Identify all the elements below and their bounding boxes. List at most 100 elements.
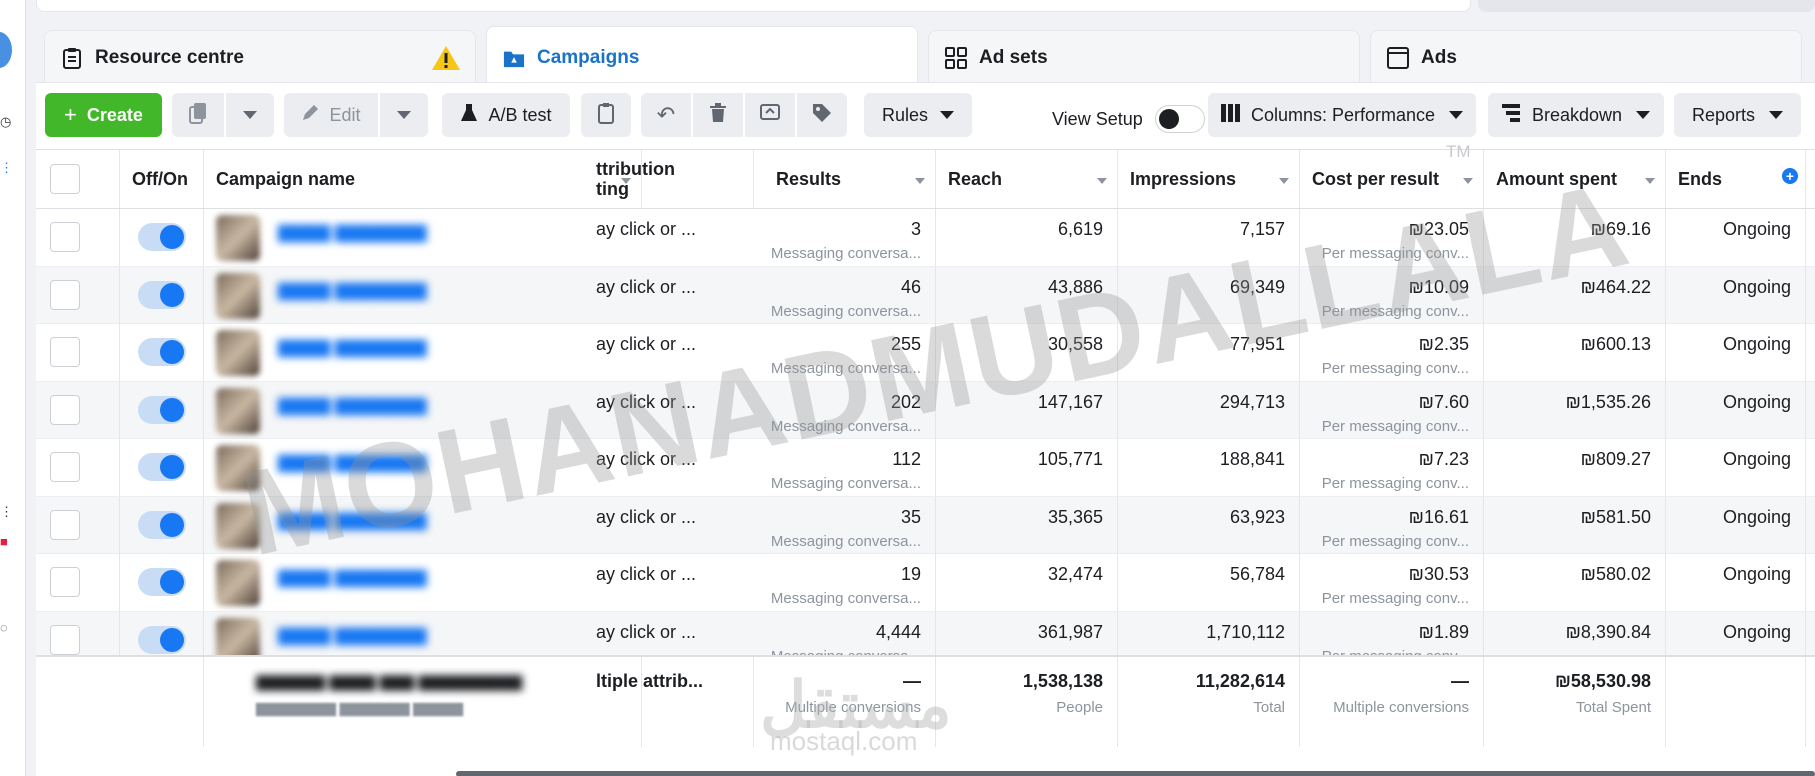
campaign-toggle[interactable] [138,568,186,596]
ab-test-button[interactable]: A/B test [442,93,570,137]
trash-icon [709,102,727,128]
campaigns-table: Off/On Campaign name ttribution ting Res… [36,149,1815,776]
row-select-cell [36,554,120,611]
tab-campaigns[interactable]: Campaigns [486,26,918,88]
warning-icon[interactable] [431,45,461,77]
columns-button[interactable]: Columns: Performance [1208,93,1476,137]
row-select-cell [36,496,120,554]
view-setup-toggle[interactable] [1154,105,1205,133]
header-reach[interactable]: Reach [936,150,1118,208]
review-button[interactable] [581,93,631,137]
toggle-knob [160,340,184,364]
campaign-toggle[interactable] [138,453,186,481]
row-checkbox[interactable] [50,222,80,252]
campaign-name-cell[interactable]: ▇▇▇▇ ▇▇▇▇▇▇▇ [204,267,642,324]
header-offon[interactable]: Off/On [120,150,204,208]
row-checkbox[interactable] [50,337,80,367]
table-row[interactable]: ▇▇▇▇ ▇▇▇▇▇▇▇ ay click or ... 35 Messaging c… [36,496,1815,554]
campaign-name-blurred[interactable]: ▇▇▇▇ ▇▇▇▇▇▇▇ [278,338,427,358]
table-header: Off/On Campaign name ttribution ting Res… [36,149,1815,209]
campaign-toggle[interactable] [138,223,186,251]
campaign-name-blurred[interactable]: ▇▇▇▇ ▇▇▇▇▇▇▇ [278,511,427,531]
tab-ads[interactable]: Ads [1370,30,1802,84]
campaign-name-blurred[interactable]: ▇▇▇▇ ▇▇▇▇▇▇▇ [278,281,427,301]
row-checkbox[interactable] [50,509,80,540]
menu-icon[interactable]: ⋮ [0,160,13,176]
campaign-toggle[interactable] [138,280,186,309]
summary-label-blurred: ▇▇▇▇▇▇ ▇▇▇▇ ▇▇▇ ▇▇▇▇▇▇▇▇▇ [256,674,523,691]
tab-label: Campaigns [537,46,640,68]
amount-spent-cell: ₪581.50 [1484,496,1666,554]
campaign-toggle[interactable] [138,625,186,654]
campaign-toggle[interactable] [138,510,186,539]
chevron-down-icon [1449,111,1464,119]
delete-button[interactable] [693,93,743,137]
campaign-toggle[interactable] [138,395,186,424]
summary-row: ▇▇▇▇▇▇ ▇▇▇▇ ▇▇▇ ▇▇▇▇▇▇▇▇▇ ▇▇▇▇▇▇▇▇ ▇▇▇▇▇… [36,655,1815,747]
edit-dropdown[interactable] [380,93,428,137]
header-impressions[interactable]: Impressions [1118,150,1300,208]
table-row[interactable]: ▇▇▇▇ ▇▇▇▇▇▇▇ ay click or ... 3 Messaging co… [36,209,1815,267]
campaign-thumbnail [216,330,260,376]
row-checkbox[interactable] [50,279,80,310]
tab-ad-sets[interactable]: Ad sets [928,30,1360,84]
results-cell: 19 Messaging conversa... [754,554,936,611]
add-column-icon[interactable]: + [1782,168,1798,184]
campaign-name-blurred[interactable]: ▇▇▇▇ ▇▇▇▇▇▇▇ [278,396,427,416]
summary-campaign-count: ▇▇▇▇▇▇ ▇▇▇▇ ▇▇▇ ▇▇▇▇▇▇▇▇▇ ▇▇▇▇▇▇▇▇ ▇▇▇▇▇… [204,657,642,747]
rules-button[interactable]: Rules [864,93,972,137]
table-row[interactable]: ▇▇▇▇ ▇▇▇▇▇▇▇ ay click or ... 19 Messaging c… [36,554,1815,612]
reach-cell: 35,365 [936,496,1118,554]
horizontal-scrollbar[interactable] [456,771,1815,776]
account-avatar[interactable] [0,32,12,68]
campaign-toggle[interactable] [138,338,186,366]
row-checkbox[interactable] [50,394,80,425]
create-button[interactable]: + Create [45,93,162,137]
campaign-name-blurred[interactable]: ▇▇▇▇ ▇▇▇▇▇▇▇ [278,568,427,588]
header-results[interactable]: Results [754,150,936,208]
duplicate-dropdown[interactable] [226,93,274,137]
edit-button[interactable]: Edit [284,93,378,137]
notification-badge-icon[interactable]: ■ [0,534,12,550]
dots-icon[interactable]: ⋮ [0,504,13,520]
campaign-name-cell[interactable]: ▇▇▇▇ ▇▇▇▇▇▇▇ [204,497,642,554]
select-all-checkbox[interactable] [50,164,80,194]
header-attribution[interactable]: ttribution ting [596,150,754,208]
tag-button[interactable] [797,93,847,137]
campaign-thumbnail [216,387,260,434]
campaign-name-cell[interactable]: ▇▇▇▇ ▇▇▇▇▇▇▇ [204,324,642,381]
export-button[interactable] [745,93,795,137]
reports-button[interactable]: Reports [1674,93,1801,137]
campaign-name-cell[interactable]: ▇▇▇▇ ▇▇▇▇▇▇▇ [204,554,642,611]
campaign-name-blurred[interactable]: ▇▇▇▇ ▇▇▇▇▇▇▇ [278,223,427,243]
results-cell: 3 Messaging conversa... [754,209,936,266]
cost-per-result-cell: ₪23.05 Per messaging conv... [1300,209,1484,266]
row-checkbox[interactable] [50,567,80,597]
table-row[interactable]: ▇▇▇▇ ▇▇▇▇▇▇▇ ay click or ... 112 Messaging … [36,439,1815,497]
clock-icon[interactable]: ◷ [0,114,12,130]
header-amount-spent[interactable]: Amount spent [1484,150,1666,208]
campaign-name-cell[interactable]: ▇▇▇▇ ▇▇▇▇▇▇▇ [204,439,642,496]
breakdown-button[interactable]: Breakdown [1488,93,1664,137]
campaign-name-blurred[interactable]: ▇▇▇▇ ▇▇▇▇▇▇▇ [278,626,427,646]
row-checkbox[interactable] [50,452,80,482]
campaign-name-cell[interactable]: ▇▇▇▇ ▇▇▇▇▇▇▇ [204,382,642,439]
chevron-down-icon [243,111,257,119]
duplicate-button[interactable] [172,93,224,137]
ends-cell: Ongoing [1666,324,1806,381]
undo-button[interactable]: ↶ [641,93,691,137]
tab-resource-centre[interactable]: Resource centre [44,30,476,84]
toggle-knob [160,455,184,479]
row-toggle-cell [120,439,204,496]
campaign-name-blurred[interactable]: ▇▇▇▇ ▇▇▇▇▇▇▇ [278,453,427,473]
campaign-name-cell[interactable]: ▇▇▇▇ ▇▇▇▇▇▇▇ [204,209,642,266]
table-row[interactable]: ▇▇▇▇ ▇▇▇▇▇▇▇ ay click or ... 202 Messaging … [36,381,1815,439]
help-icon[interactable]: ◌ [0,620,12,636]
row-checkbox[interactable] [50,624,80,655]
tab-label: Resource centre [95,46,244,68]
chevron-down-icon [940,111,955,119]
table-row[interactable]: ▇▇▇▇ ▇▇▇▇▇▇▇ ay click or ... 255 Messaging … [36,324,1815,382]
table-row[interactable]: ▇▇▇▇ ▇▇▇▇▇▇▇ ay click or ... 46 Messaging c… [36,266,1815,324]
flask-icon [460,103,478,128]
header-campaign-name[interactable]: Campaign name [204,150,642,208]
